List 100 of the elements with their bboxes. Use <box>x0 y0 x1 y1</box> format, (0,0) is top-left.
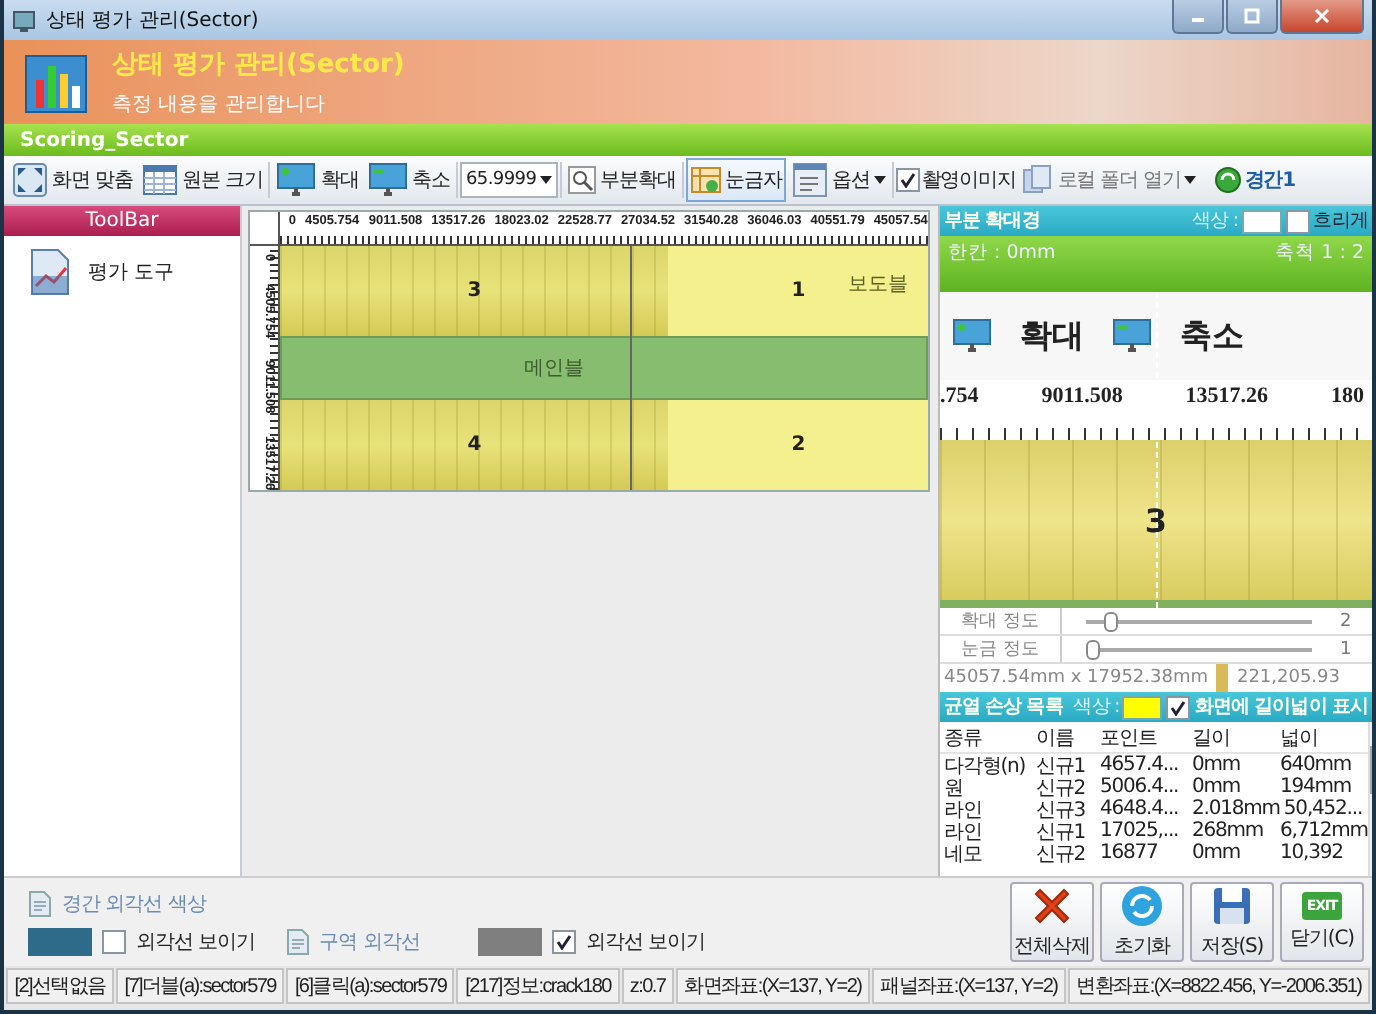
app-icon <box>12 8 36 32</box>
table-cell-text: 0mm <box>1190 776 1243 798</box>
ruler-label: 13517.26 <box>1185 384 1269 408</box>
column-header[interactable]: 이름 <box>1032 723 1096 751</box>
header-title: 상태 평가 관리(Sector) <box>112 48 405 82</box>
region-label: 메인블 <box>524 356 584 382</box>
ruler-label: 9011.508 <box>1041 384 1123 408</box>
close-button[interactable] <box>1280 0 1364 34</box>
column-header[interactable]: 종류 <box>940 723 1032 751</box>
sector-number: 1 <box>791 280 806 302</box>
slider-thumb[interactable] <box>1104 611 1119 631</box>
table-cell-text: 194mm <box>1278 776 1354 798</box>
section-title: Scoring_Sector <box>20 129 189 151</box>
table-cell-text: 라인 <box>942 797 984 823</box>
checkbox-label: 촬영이미지 <box>921 168 1016 194</box>
sector-number: 2 <box>791 434 806 456</box>
slider-thumb[interactable] <box>1086 639 1100 659</box>
column-header[interactable]: 길이 <box>1188 723 1276 751</box>
monitor-plus-icon <box>952 318 992 354</box>
table-cell-text: 2.018mm <box>1190 798 1280 820</box>
color-swatch[interactable] <box>1122 695 1163 719</box>
status-field: [217]정보:crack180 <box>456 968 620 1004</box>
toolbar-button[interactable]: 옵션 <box>787 158 890 202</box>
maximize-button[interactable] <box>1226 0 1278 34</box>
color-swatch[interactable] <box>477 927 542 955</box>
status-field: 변환좌표:(X=8822.456, Y=-2006.351) <box>1067 968 1370 1004</box>
slider-label: 눈금 정도 <box>940 636 1062 662</box>
table-cell-text: 268mm <box>1190 820 1266 842</box>
checkbox-label: 흐리게 <box>1313 208 1368 234</box>
sector-number: 4 <box>467 434 482 456</box>
window-list-icon <box>791 162 828 198</box>
folder-icon <box>1021 164 1054 196</box>
status-field: [2]선택없음 <box>6 968 115 1004</box>
maximize-icon <box>1244 8 1260 24</box>
action-button[interactable]: 전체삭제 <box>1010 882 1094 962</box>
setting-title: 구역 외각선 <box>319 929 420 955</box>
column-header[interactable]: 포인트 <box>1096 723 1188 751</box>
checkbox-label: 외각선 보이기 <box>585 929 706 955</box>
checkbox[interactable] <box>551 929 576 953</box>
table-cell-text: 원 <box>942 775 965 801</box>
region-label: 보도블 <box>848 272 908 298</box>
table-cell-text: 6,712mm <box>1278 820 1368 842</box>
monitor-plus-icon <box>276 162 317 198</box>
table-cell-text: 다각형(n) <box>942 753 1028 779</box>
action-button[interactable]: 저장(S) <box>1190 882 1274 962</box>
ruler-label: 180 <box>1330 384 1364 408</box>
magnified-label: 확대 <box>1020 315 1084 357</box>
color-label: 색상 : <box>1073 694 1119 720</box>
span-label: 경간1 <box>1244 168 1295 194</box>
action-button[interactable]: 초기화 <box>1100 882 1184 962</box>
table-cell-text: 16877 <box>1098 842 1160 864</box>
caret-icon <box>540 176 553 184</box>
status-field: 패널좌표:(X=137, Y=2) <box>871 968 1066 1004</box>
document-icon <box>285 927 310 955</box>
table-cell-text: 신규2 <box>1034 775 1088 801</box>
slider-value: 1 <box>1340 639 1354 659</box>
fit-screen-icon <box>12 162 48 198</box>
search-icon <box>568 166 597 194</box>
status-field: 화면좌표:(X=137, Y=2) <box>675 968 870 1004</box>
panel-title: 부분 확대경 <box>944 208 1040 234</box>
sector-number: 3 <box>467 280 482 302</box>
color-swatch[interactable] <box>28 927 92 955</box>
column-header[interactable]: 넓이 <box>1276 723 1368 751</box>
slider-label: 확대 정도 <box>940 608 1062 634</box>
toolbar-button[interactable]: 부분확대 <box>564 158 680 202</box>
table-cell-text: 0mm <box>1190 754 1243 776</box>
table-cell-text: 신규1 <box>1034 819 1088 845</box>
table-cell-text: 신규2 <box>1034 841 1088 867</box>
sector-number: 3 <box>1144 501 1168 539</box>
checkbox[interactable] <box>1285 209 1310 233</box>
panel-title: 균열 손상 목록 <box>944 694 1063 720</box>
area-text: 221,205.93 <box>1236 668 1340 688</box>
checkbox[interactable] <box>1166 695 1191 719</box>
sidebar-item[interactable]: 평가 도구 <box>4 236 240 296</box>
check-icon <box>555 933 572 949</box>
zoom-combo[interactable]: 65.9999 <box>460 162 559 198</box>
status-field: [7]더블(a):sector579 <box>116 968 285 1004</box>
check-icon <box>899 172 916 188</box>
refresh-icon <box>1120 884 1164 928</box>
toolbar-button[interactable]: 확대 <box>272 158 363 202</box>
document-icon <box>28 889 52 917</box>
monitor-minus-icon <box>368 162 409 198</box>
checkbox[interactable] <box>102 929 126 953</box>
setting-title: 경간 외각선 색상 <box>62 891 206 917</box>
magnified-label: 축소 <box>1180 315 1244 357</box>
ruler-label: .754 <box>940 384 979 408</box>
slider[interactable] <box>1086 639 1312 659</box>
table-cell-text: 640mm <box>1278 754 1354 776</box>
table-cell-text: 4657.4... <box>1098 754 1181 776</box>
table-cell-text: 17025,... <box>1098 820 1181 842</box>
status-field: z:0.7 <box>621 968 674 1004</box>
toolbar-button[interactable]: 화면 맞춤 <box>8 158 137 202</box>
color-swatch[interactable] <box>1241 209 1282 233</box>
table-cell-text: 0mm <box>1190 842 1243 864</box>
minimize-button[interactable] <box>1172 0 1224 34</box>
toolbar-button[interactable]: 눈금자 <box>685 158 786 202</box>
checkbox[interactable] <box>895 168 920 192</box>
toolbar-button[interactable]: 축소 <box>364 158 454 202</box>
caret-icon <box>1184 176 1197 184</box>
toolbar-button[interactable]: 원본 크기 <box>138 158 267 202</box>
